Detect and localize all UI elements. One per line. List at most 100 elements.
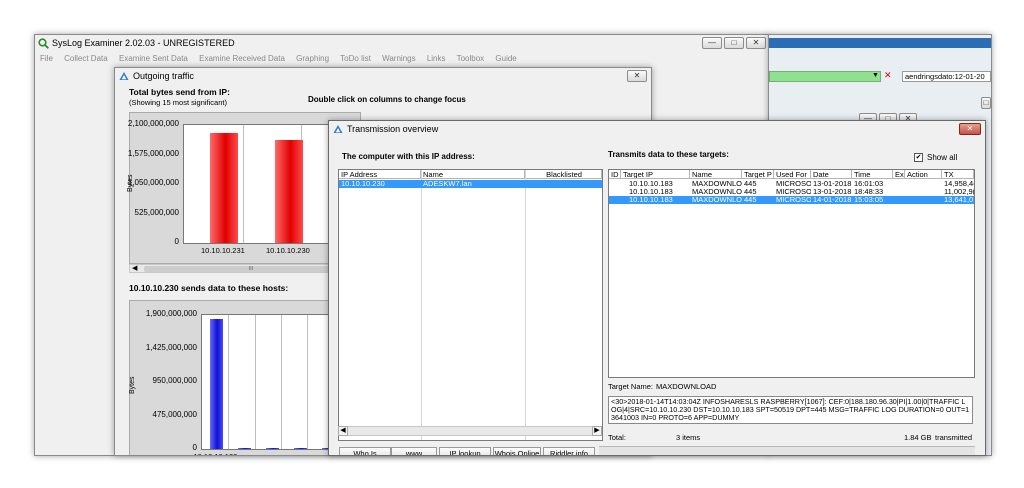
col-tx[interactable]: TX bbox=[942, 170, 974, 179]
show-all-checkbox[interactable]: ✔ bbox=[914, 153, 923, 162]
y-tick-label: 950,000,000 bbox=[152, 376, 198, 385]
col-ex[interactable]: Ex bbox=[893, 170, 905, 179]
transmission-close-button[interactable]: ✕ bbox=[959, 123, 981, 135]
outgoing-close-button[interactable]: ✕ bbox=[627, 70, 647, 82]
col-date[interactable]: Date bbox=[811, 170, 852, 179]
outgoing-titlebar: Outgoing traffic ✕ bbox=[115, 68, 651, 85]
scroll-left-icon[interactable]: ◀ bbox=[338, 426, 348, 436]
combo-arrow-icon[interactable]: ▼ bbox=[872, 72, 879, 79]
www-button[interactable]: www bbox=[391, 447, 437, 455]
col-target-ip[interactable]: Target IP bbox=[621, 170, 690, 179]
left-list-scrollbar[interactable]: ◀ ▶ bbox=[338, 426, 602, 436]
x-tick-label: 10.10.10.230 bbox=[266, 246, 310, 255]
scroll-right-icon[interactable]: ▶ bbox=[592, 426, 602, 436]
menu-examine-received-data[interactable]: Examine Received Data bbox=[199, 54, 285, 63]
menu-toolbox[interactable]: Toolbox bbox=[457, 54, 485, 63]
row-time: 18:48:33 bbox=[854, 188, 884, 196]
chart1-horizontal-scrollbar[interactable]: ◀ III bbox=[129, 264, 359, 273]
col-used-for[interactable]: Used For bbox=[774, 170, 811, 179]
ip-address-list[interactable]: IP Address Name Blacklisted 10.10.10.230… bbox=[338, 169, 603, 441]
left-divider-2 bbox=[525, 170, 526, 440]
menu-graphing[interactable]: Graphing bbox=[296, 54, 329, 63]
main-maximize-button[interactable]: □ bbox=[724, 37, 744, 49]
row-used: MICROSO bbox=[776, 188, 811, 196]
outgoing-window-title: Outgoing traffic bbox=[133, 71, 194, 81]
outgoing-heading: Total bytes send from IP: bbox=[129, 87, 230, 97]
gridline bbox=[228, 315, 230, 449]
y-tick-label: 0 bbox=[174, 237, 179, 246]
table-row[interactable]: 10.10.10.230 ADESKW7.lan bbox=[339, 180, 602, 188]
row-id bbox=[609, 196, 621, 204]
menu-todo-list[interactable]: ToDo list bbox=[340, 54, 371, 63]
col-name[interactable]: Name bbox=[421, 170, 525, 179]
chart-bar[interactable] bbox=[210, 319, 223, 449]
chart-bar[interactable] bbox=[294, 448, 307, 449]
y-tick-label: 475,000,000 bbox=[152, 409, 198, 419]
row-ex bbox=[893, 188, 905, 196]
background-restore-button[interactable]: □ bbox=[981, 97, 991, 109]
scroll-left-icon[interactable]: ◀ bbox=[132, 264, 137, 272]
menu-links[interactable]: Links bbox=[427, 54, 446, 63]
table-row[interactable]: 10.10.10.183 MAXDOWNLOA 445 MICROSO 13-01-20… bbox=[609, 180, 974, 188]
riddler-info-button[interactable]: Riddler info bbox=[543, 447, 595, 455]
main-window-title: SysLog Examiner 2.02.03 - UNREGISTERED bbox=[52, 38, 235, 48]
gridline bbox=[254, 315, 256, 449]
background-green-combo[interactable]: ▼ bbox=[769, 71, 881, 82]
col-target-port[interactable]: Target P bbox=[742, 170, 774, 179]
show-all-label[interactable]: Show all bbox=[927, 153, 957, 162]
row-tx: 13,641,0 bbox=[944, 196, 974, 204]
menu-guide[interactable]: Guide bbox=[495, 54, 516, 63]
whois-online-button[interactable]: Whois Online bbox=[493, 447, 541, 455]
chart1-scroll-thumb[interactable]: III bbox=[144, 266, 358, 272]
right-heading: Transmits data to these targets: bbox=[608, 150, 729, 159]
left-divider-1 bbox=[421, 170, 422, 440]
combo-clear-icon[interactable]: ✕ bbox=[884, 70, 892, 81]
main-minimize-button[interactable]: — bbox=[702, 37, 722, 49]
chart-bar[interactable] bbox=[275, 139, 303, 243]
col-ip-address[interactable]: IP Address bbox=[339, 170, 421, 179]
menu-warnings[interactable]: Warnings bbox=[382, 54, 416, 63]
table-row[interactable]: 10.10.10.183 MAXDOWNLOA 445 MICROSO 14-01-20… bbox=[609, 196, 974, 204]
left-heading: The computer with this IP address: bbox=[342, 152, 475, 161]
log-text-box[interactable]: <30>2018-01-14T14:03:04Z INFOSHARESLS RA… bbox=[608, 396, 973, 424]
chart-bar[interactable] bbox=[210, 132, 238, 243]
main-close-button[interactable]: ✕ bbox=[746, 37, 766, 49]
row-ip: 10.10.10.183 bbox=[629, 188, 673, 196]
col-action[interactable]: Action bbox=[905, 170, 942, 179]
y-tick-label: 0 bbox=[192, 443, 197, 452]
y-tick-label: 1,900,000,000 bbox=[145, 309, 197, 318]
chart-bar[interactable] bbox=[266, 448, 279, 449]
outgoing-subheading: (Showing 15 most significant) bbox=[129, 98, 227, 107]
col-time[interactable]: Time bbox=[852, 170, 893, 179]
col-blacklisted[interactable]: Blacklisted bbox=[525, 170, 602, 179]
row-name: MAXDOWNLOA bbox=[692, 188, 742, 196]
gridline bbox=[242, 125, 244, 243]
row-port: 445 bbox=[744, 196, 757, 204]
menu-collect-data[interactable]: Collect Data bbox=[64, 54, 108, 63]
total-label: Total: bbox=[608, 433, 626, 442]
row-action bbox=[905, 196, 942, 204]
transmitted-label: transmitted bbox=[935, 433, 973, 442]
target-name-label: Target Name: bbox=[608, 382, 654, 391]
whois-button[interactable]: Who Is bbox=[339, 447, 391, 455]
chart-bar[interactable] bbox=[238, 448, 251, 449]
row-ip: 10.10.10.183 bbox=[629, 180, 673, 188]
col-target-name[interactable]: Name bbox=[690, 170, 742, 179]
col-id[interactable]: ID bbox=[609, 170, 621, 179]
transmission-window-title: Transmission overview bbox=[347, 124, 439, 134]
y-tick-label: 2,100,000,000 bbox=[127, 119, 179, 128]
row-date: 13-01-2018 bbox=[813, 180, 852, 188]
row-time: 16:01:03 bbox=[854, 180, 884, 188]
bottom-panel bbox=[599, 446, 975, 455]
app-search-icon bbox=[38, 38, 49, 51]
menu-file[interactable]: File bbox=[40, 54, 53, 63]
targets-list[interactable]: ID Target IP Name Target P Used For Date… bbox=[608, 169, 975, 378]
x-tick-label: 10.10.10.231 bbox=[201, 246, 245, 255]
menu-examine-sent-data[interactable]: Examine Sent Data bbox=[119, 54, 188, 63]
target-name-value: MAXDOWNLOAD bbox=[656, 382, 717, 391]
table-row[interactable]: 10.10.10.183 MAXDOWNLOA 445 MICROSO 13-01-20… bbox=[609, 188, 974, 196]
background-input[interactable]: aendringsdato:12-01-20 bbox=[902, 71, 991, 82]
total-items: 3 items bbox=[676, 433, 701, 442]
ip-lookup-button[interactable]: IP lookup bbox=[439, 447, 491, 455]
row-ex bbox=[893, 196, 905, 204]
